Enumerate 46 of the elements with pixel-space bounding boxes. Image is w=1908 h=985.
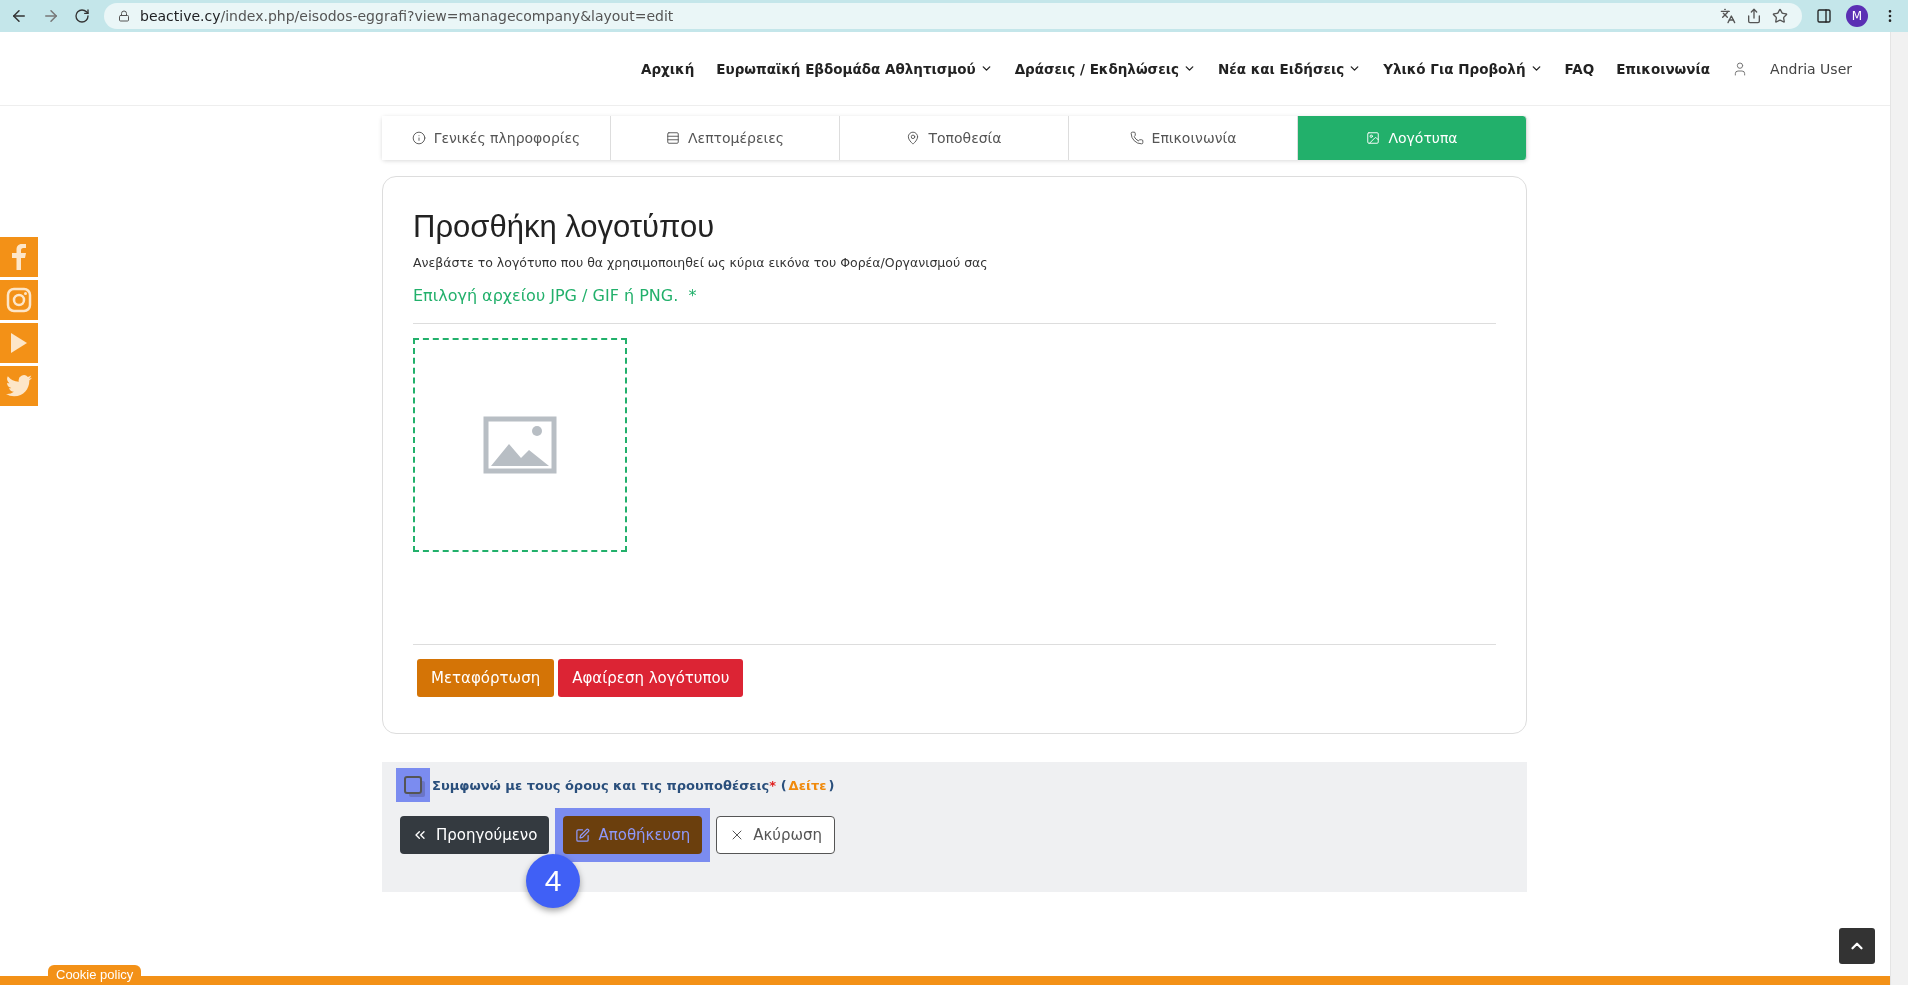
remove-button[interactable]: Αφαίρεση λογότυπου [558,659,744,697]
cancel-button[interactable]: Ακύρωση [716,816,836,854]
image-icon [1366,131,1381,145]
tab[interactable]: Λεπτομέρειες [611,116,840,160]
terms-text: Συμφωνώ με τους όρους και τις προυποθέσεις* ( [432,777,787,793]
list-icon [666,131,680,145]
side-panel-icon[interactable] [1816,8,1832,24]
image-placeholder-icon [483,416,557,474]
nav-link[interactable]: Υλικό Για Προβολή [1383,60,1543,77]
facebook-icon [12,244,26,270]
share-icon[interactable] [1746,8,1762,24]
scrollbar[interactable] [1890,32,1908,985]
nav-link[interactable]: Δράσεις / Εκδηλώσεις [1014,60,1196,77]
profile-avatar[interactable]: M [1846,5,1868,27]
tab[interactable]: Γενικές πληροφορίες [382,116,611,160]
instagram-icon [6,287,32,313]
step-badge: 4 [526,854,580,908]
nav-link[interactable]: Νέα και Ειδήσεις [1217,60,1362,77]
tab[interactable]: Επικοινωνία [1069,116,1298,160]
card-title: Προσθήκη λογοτύπου [413,209,716,245]
scroll-top-button[interactable] [1839,928,1875,964]
lock-icon [118,10,130,22]
url-text: beactive.cy/index.php/eisodos-eggrafi?view=managecompany&layout=edit [140,8,674,24]
nav-link[interactable]: Αρχική [641,60,695,77]
reload-icon[interactable] [74,8,90,24]
nav-link[interactable]: Ευρωπαϊκή Εβδομάδα Αθλητισμού [716,60,993,77]
user-name[interactable]: Andria User [1770,60,1852,77]
play-icon [10,332,28,354]
nav-link[interactable]: Επικοινωνία [1616,60,1711,77]
phone-icon [1129,131,1144,145]
file-label: Επιλογή αρχείου JPG / GIF ή PNG. * [413,286,698,305]
info-icon [411,131,426,145]
previous-button[interactable]: Προηγούμενο [400,816,550,854]
terms-checkbox[interactable] [404,776,422,794]
closing-paren: ) [828,777,835,793]
map-pin-icon [906,131,921,145]
bird-icon [6,375,32,397]
back-icon[interactable] [10,7,28,25]
star-icon[interactable] [1772,8,1788,24]
tab[interactable]: Τοποθεσία [840,116,1069,160]
translate-icon[interactable] [1720,8,1736,24]
nav-link[interactable]: FAQ [1564,60,1595,77]
forward-icon[interactable] [42,7,60,25]
address-bar[interactable]: beactive.cy/index.php/eisodos-eggrafi?view=managecompany&layout=edit [104,3,1802,29]
edit-icon [575,827,591,843]
card-description: Ανεβάστε το λογότυπο που θα χρησιμοποιηθεί ως κύρια εικόνα του Φορέα/Οργανισμού σας [413,255,989,270]
